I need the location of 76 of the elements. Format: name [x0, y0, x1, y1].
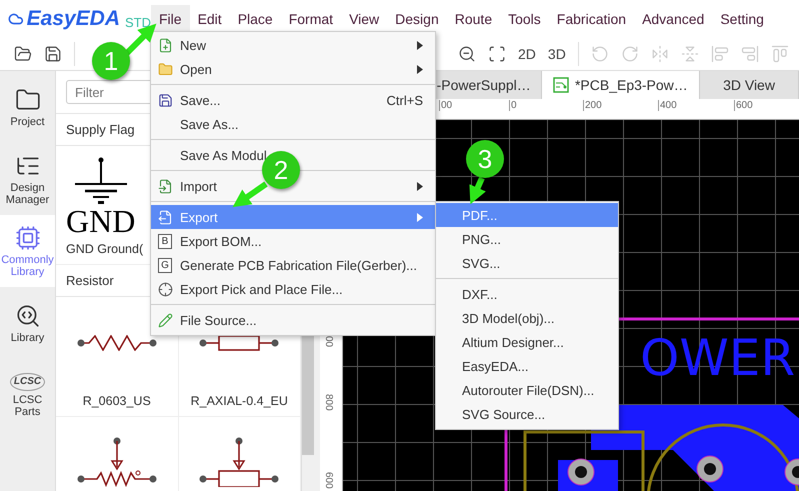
menu-item[interactable]: Edit: [190, 5, 230, 33]
menu-item[interactable]: Tools: [500, 5, 549, 33]
menu-item[interactable]: Advanced: [634, 5, 712, 33]
ruler-label: 0: [509, 100, 517, 111]
sidebar-tab-label: Library: [10, 332, 44, 344]
menu-item[interactable]: Design: [387, 5, 447, 33]
menu-entry[interactable]: SVG Source...: [436, 402, 618, 426]
chip-icon: [14, 224, 40, 250]
menu-entry[interactable]: DXF...: [436, 282, 618, 306]
logo-text: EasyEDA: [26, 7, 120, 31]
menu-entry[interactable]: 3D Model(obj)...: [436, 306, 618, 330]
callout-arrow: [232, 182, 268, 208]
menu-item[interactable]: File: [151, 5, 190, 33]
menu-item[interactable]: Format: [280, 5, 342, 33]
ruler-label: 600: [323, 472, 334, 489]
caret-icon: [417, 212, 423, 222]
folder-icon[interactable]: [14, 45, 32, 63]
ruler-label: 00: [323, 336, 334, 348]
edition-label: STD: [125, 14, 151, 30]
new-file-icon: [158, 38, 172, 52]
lcsc-logo: LCSC: [10, 372, 46, 390]
sidebar-tab-label: Design Manager: [4, 182, 50, 206]
folder-icon: [158, 62, 172, 76]
menu-entry[interactable]: Altium Designer...: [436, 330, 618, 354]
caret-icon: [417, 64, 423, 74]
sidebar-tab-label: Project: [10, 116, 45, 128]
menu-entry[interactable]: PNG...: [436, 227, 618, 251]
menu-entry[interactable]: Open: [151, 57, 435, 81]
pencil-icon: [158, 312, 172, 328]
ruler-label: 800: [323, 394, 334, 411]
tab-label: -PowerSuppl…: [436, 77, 531, 93]
import-icon: [158, 178, 172, 194]
crosshair-icon: [158, 282, 172, 296]
search-icon: [14, 302, 40, 328]
caret-icon: [417, 182, 423, 190]
symbol-label: GND: [66, 206, 136, 236]
menu-entry[interactable]: Save... Ctrl+S: [151, 88, 435, 112]
view-mode-button[interactable]: 2D: [518, 46, 536, 62]
pcb-icon: [552, 77, 569, 93]
folder-icon: [14, 86, 40, 112]
ruler-label: 00: [439, 100, 452, 111]
fit-icon[interactable]: [488, 45, 506, 63]
document-tab[interactable]: *PCB_Ep3-Pow…: [542, 71, 700, 99]
sidebar-tab-label: Commonly Library: [0, 254, 55, 278]
tab-label: 3D View: [723, 77, 775, 93]
caret-icon: [417, 40, 423, 50]
ruler-label: 600: [734, 100, 753, 111]
zoom-out-icon[interactable]: [458, 45, 476, 63]
export-icon: [158, 210, 172, 224]
silkscreen-text: OWER: [640, 333, 796, 383]
menu-entry[interactable]: New: [151, 33, 435, 57]
part-name: GND Ground(: [66, 242, 144, 256]
callout-arrow: [469, 176, 486, 204]
ruler-label: 200: [583, 100, 602, 111]
part-name: R_AXIAL-0.4_EU: [190, 394, 288, 408]
menu-item[interactable]: Fabrication: [548, 5, 634, 33]
menu-entry[interactable]: EasyEDA...: [436, 354, 618, 378]
menu-entry[interactable]: SVG...: [436, 251, 618, 275]
letter-icon: B: [158, 234, 172, 248]
ruler-label: 400: [658, 100, 677, 111]
tab-label: *PCB_Ep3-Pow…: [574, 77, 688, 93]
step-number-badge: 1: [92, 42, 130, 80]
menu-item[interactable]: Route: [446, 5, 500, 33]
sidebar-tab-label: LCSC Parts: [12, 394, 44, 418]
menu-entry[interactable]: Autorouter File(DSN)...: [436, 378, 618, 402]
menu-item[interactable]: Place: [230, 5, 281, 33]
view-mode-button[interactable]: 3D: [548, 46, 566, 62]
menu-item[interactable]: View: [341, 5, 388, 33]
save-icon[interactable]: [44, 45, 62, 63]
part-name: R_0603_US: [82, 394, 151, 408]
shortcut-label: Ctrl+S: [386, 92, 423, 108]
document-tab[interactable]: 3D View: [700, 71, 799, 99]
menu-item[interactable]: Setting: [712, 5, 772, 33]
save-icon: [158, 92, 172, 108]
letter-icon: G: [158, 258, 172, 272]
sidebar-tab[interactable]: Commonly Library: [0, 215, 55, 287]
